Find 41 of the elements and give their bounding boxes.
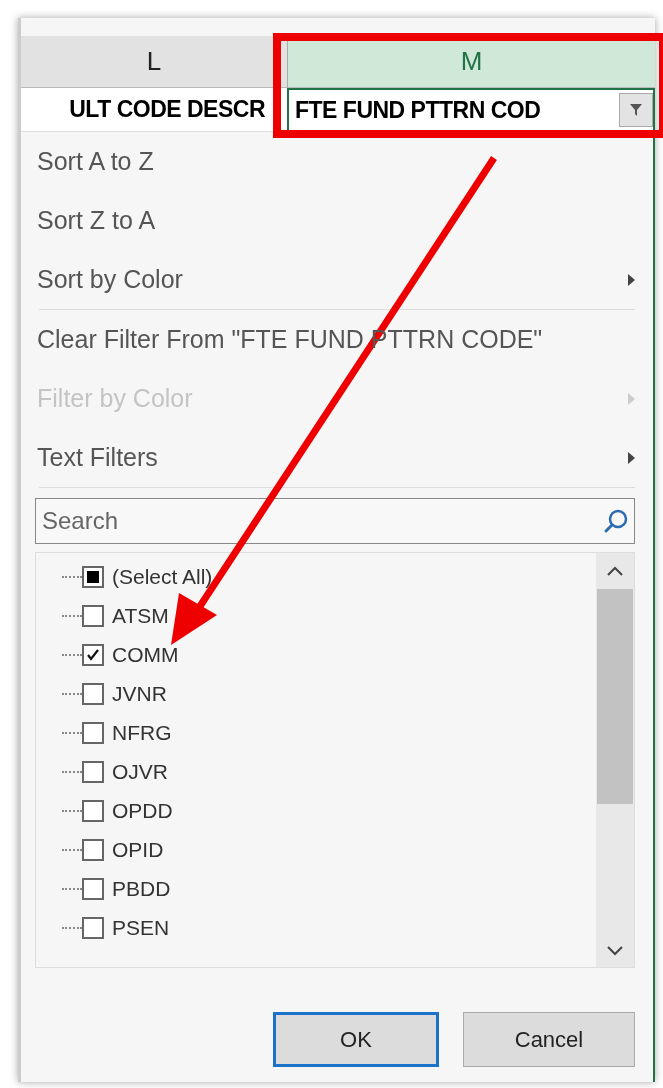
menu-item[interactable]: Text Filters [35, 428, 635, 487]
scroll-thumb[interactable] [597, 589, 633, 804]
value-label[interactable]: NFRG [112, 720, 172, 745]
value-label[interactable]: COMM [112, 642, 179, 667]
menu-item[interactable]: Sort Z to A [35, 191, 635, 250]
submenu-arrow-icon [628, 392, 635, 405]
scroll-up-icon[interactable] [606, 565, 624, 577]
checkbox[interactable] [82, 799, 104, 822]
value-label[interactable]: PSEN [112, 915, 170, 940]
cancel-button[interactable]: Cancel [463, 1012, 635, 1067]
checkbox[interactable] [82, 838, 104, 861]
search-icon [603, 508, 629, 534]
value-label[interactable]: ATSM [112, 603, 169, 628]
header-text: ULT CODE DESCR [69, 96, 265, 123]
menu-item[interactable]: Sort by Color [35, 250, 635, 309]
search-field[interactable]: Search [35, 498, 635, 544]
submenu-arrow-icon [628, 273, 635, 286]
value-label[interactable]: OJVR [112, 759, 168, 784]
header-text: FTE FUND PTTRN COD [295, 96, 541, 124]
checkbox[interactable] [82, 682, 104, 705]
menu-item[interactable]: Sort A to Z [35, 132, 635, 191]
checkmark-icon [86, 647, 100, 662]
checkbox[interactable] [82, 916, 104, 939]
value-label[interactable]: OPDD [112, 798, 173, 823]
value-label[interactable]: JVNR [112, 681, 167, 706]
filter-icon [628, 102, 644, 118]
value-label[interactable]: PBDD [112, 876, 171, 901]
scrollbar[interactable] [596, 553, 634, 967]
value-label[interactable]: OPID [112, 837, 164, 862]
checkbox[interactable] [82, 604, 104, 627]
scroll-down-icon[interactable] [606, 945, 624, 957]
checkbox[interactable] [82, 877, 104, 900]
submenu-arrow-icon [628, 451, 635, 464]
checkbox[interactable] [82, 721, 104, 744]
filter-button[interactable] [619, 93, 653, 127]
checkbox[interactable] [82, 565, 104, 588]
ok-button[interactable]: OK [273, 1012, 439, 1067]
checkbox[interactable] [82, 643, 104, 666]
checkbox[interactable] [82, 760, 104, 783]
column-header[interactable]: L [21, 36, 287, 88]
value-label[interactable]: (Select All) [112, 564, 213, 589]
